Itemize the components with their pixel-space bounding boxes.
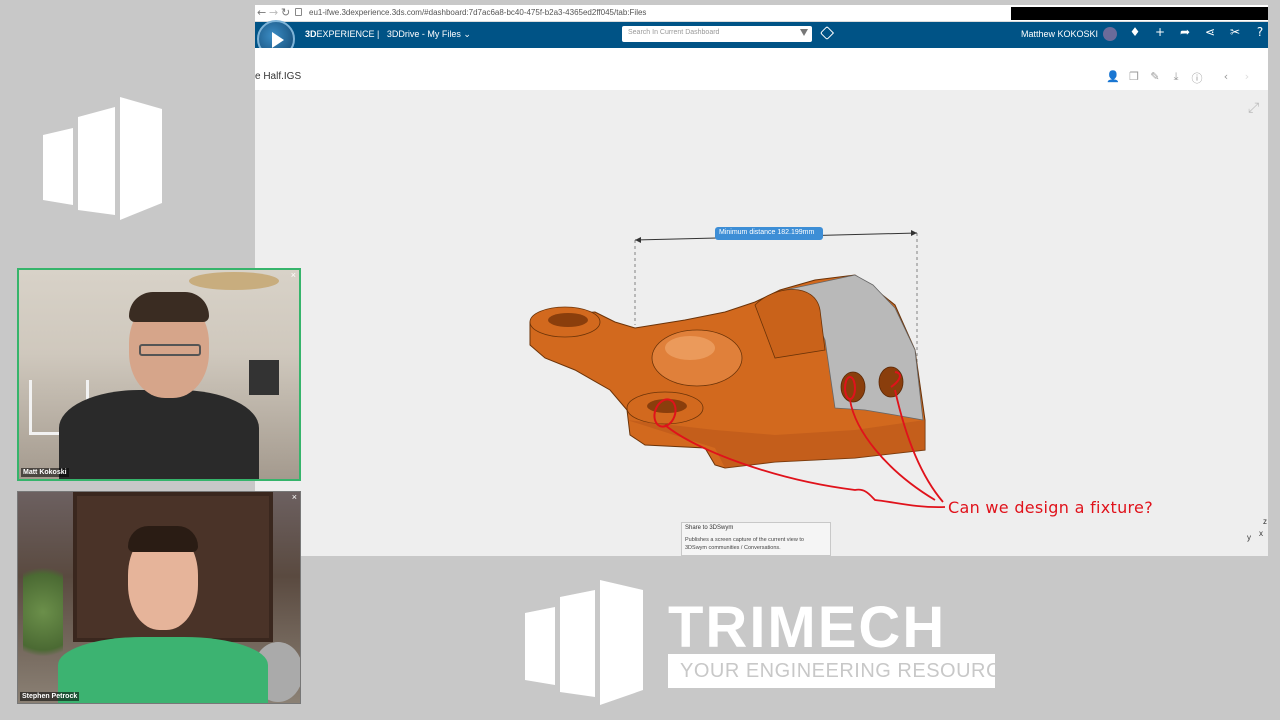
3d-part-render[interactable] (255, 90, 1268, 556)
app-top-bar: 3DEXPERIENCE | 3DDrive - My Files ⌄ Sear… (255, 20, 1270, 58)
brand-rest: EXPERIENCE | (316, 29, 380, 39)
copy-icon[interactable]: ❐ (1126, 70, 1142, 86)
lock-icon (295, 8, 302, 16)
measurement-label[interactable]: Minimum distance 182.199mm (715, 227, 823, 240)
webcam-feed-2: Stephen Petrock × (17, 491, 301, 704)
share-tooltip: Share to 3DSwym Publishes a screen captu… (681, 522, 831, 556)
forward-arrow-icon[interactable]: → (269, 6, 278, 19)
hair (129, 292, 209, 322)
tooltip-body: Publishes a screen capture of the curren… (685, 537, 804, 551)
chevron-right-icon[interactable]: › (1239, 70, 1255, 86)
company-name: TRIMECH (668, 595, 947, 660)
tooltip-title: Share to 3DSwym (685, 525, 734, 531)
close-icon[interactable]: × (292, 492, 297, 502)
3d-viewer[interactable] (255, 90, 1268, 556)
user-name[interactable]: Matthew KOKOSKI (1021, 29, 1098, 39)
url-text[interactable]: eu1-ifwe.3dexperience.3ds.com/#dashboard… (309, 8, 646, 17)
webcam-name-1: Matt Kokoski (21, 468, 69, 477)
fullscreen-icon[interactable]: ⤢ (1248, 100, 1259, 116)
top-icons: ♦ + ➦ ⋖ ✂ ? (1125, 25, 1270, 39)
redacted-strip (1011, 7, 1268, 20)
glasses (139, 344, 201, 356)
app-name-dropdown[interactable]: 3DDrive - My Files (387, 29, 461, 39)
company-tagline: YOUR ENGINEERING RESOURCE (680, 660, 1015, 682)
chevron-down-icon[interactable]: ⌄ (463, 29, 471, 39)
webcam-name-2: Stephen Petrock (20, 692, 80, 701)
trimech-logo-mark-left (43, 97, 162, 220)
share-icon[interactable]: ➦ (1175, 25, 1195, 39)
edit-icon[interactable]: ✎ (1147, 70, 1163, 86)
person-body (58, 637, 268, 703)
search-placeholder: Search In Current Dashboard (628, 29, 720, 36)
chevron-left-icon[interactable]: ‹ (1218, 70, 1234, 86)
notification-icon[interactable]: ♦ (1125, 25, 1145, 39)
address-bar: ← → ↻ eu1-ifwe.3dexperience.3ds.com/#das… (255, 5, 1268, 22)
axis-z-label: z (1263, 517, 1267, 526)
plant (23, 552, 63, 672)
add-icon[interactable]: + (1150, 25, 1170, 39)
person-body (59, 390, 259, 479)
close-icon[interactable]: × (291, 270, 296, 280)
back-arrow-icon[interactable]: ← (257, 6, 266, 19)
brand-bold: 3D (305, 29, 317, 39)
person-add-icon[interactable]: 👤 (1105, 70, 1121, 86)
browser-window: ← → ↻ eu1-ifwe.3dexperience.3ds.com/#das… (255, 5, 1268, 556)
annotation-text: Can we design a fixture? (948, 498, 1153, 517)
network-icon[interactable]: ⋖ (1200, 25, 1220, 39)
search-input[interactable]: Search In Current Dashboard (622, 26, 812, 42)
filter-icon[interactable] (800, 29, 808, 36)
hair (128, 526, 198, 552)
axis-x-label: x (1259, 529, 1263, 538)
coffee-maker (249, 360, 279, 395)
info-icon[interactable]: ⓘ (1189, 70, 1205, 86)
tools-icon[interactable]: ✂ (1225, 25, 1245, 39)
webcam-feed-1: Matt Kokoski × (17, 268, 301, 481)
company-tagline-box: YOUR ENGINEERING RESOURCE (668, 654, 1014, 688)
file-name: e Half.IGS (255, 71, 302, 82)
download-icon[interactable]: ⤓ (1168, 70, 1184, 86)
reload-icon[interactable]: ↻ (281, 6, 290, 19)
file-action-icons: 👤 ❐ ✎ ⤓ ⓘ ‹ › (1105, 70, 1255, 86)
measurement-text: Minimum distance 182.199mm (719, 229, 815, 236)
ceiling-lamp (189, 272, 279, 290)
tag-icon[interactable] (819, 25, 835, 41)
axis-y-label: y (1247, 533, 1251, 542)
app-brand: 3DEXPERIENCE | 3DDrive - My Files ⌄ (305, 29, 471, 40)
help-icon[interactable]: ? (1250, 25, 1270, 39)
file-header: e Half.IGS 👤 ❐ ✎ ⤓ ⓘ ‹ › (255, 48, 1268, 90)
avatar[interactable] (1103, 27, 1117, 41)
